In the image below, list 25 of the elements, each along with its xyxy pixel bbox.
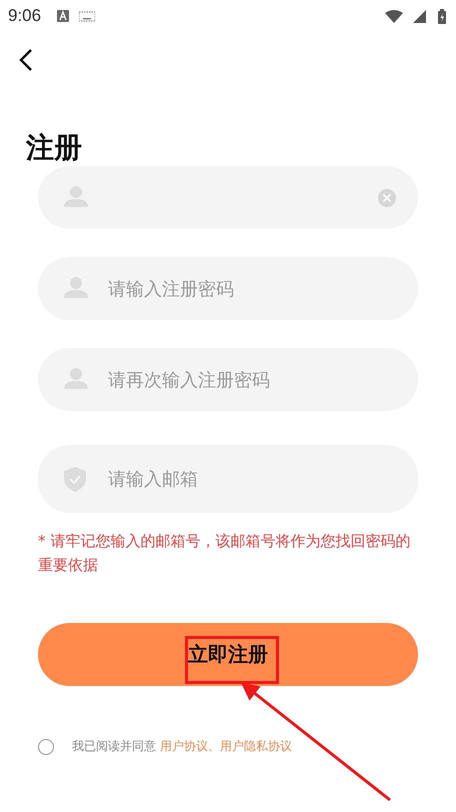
signal-icon (413, 10, 426, 22)
input-field[interactable]: 请输入注册密码 (38, 257, 418, 320)
placeholder-text: 请再次输入注册密码 (108, 368, 270, 392)
page-title: 注册 (26, 130, 83, 166)
agreement-link[interactable]: 用户隐私协议 (220, 738, 292, 755)
placeholder-text: 请输入注册密码 (108, 278, 234, 300)
agreement-link[interactable]: 用户协议 (160, 738, 208, 755)
person-icon (64, 367, 88, 392)
input-field[interactable]: 请输入邮箱 (38, 445, 418, 513)
agreement-text: 我已阅读并同意 (72, 738, 156, 755)
separator-text: 、 (208, 738, 220, 755)
shield-check-icon (64, 466, 88, 492)
keyboard-icon (79, 10, 96, 22)
battery-charging-icon (438, 8, 446, 24)
agree-checkbox[interactable] (38, 738, 54, 754)
status-time: 9:06 (8, 6, 42, 26)
person-icon (64, 185, 88, 210)
warning-note: * 请牢记您输入的邮箱号，该邮箱号将作为您找回密码的重要依据 (38, 531, 412, 576)
person-icon (64, 276, 88, 301)
clear-button[interactable] (378, 188, 396, 206)
register-button[interactable]: 立即注册 (38, 623, 418, 686)
keyboard-layout-icon (57, 10, 70, 22)
wifi-icon (385, 10, 403, 22)
input-field[interactable]: 请再次输入注册密码 (38, 348, 418, 411)
placeholder-text: 请输入邮箱 (108, 468, 198, 491)
